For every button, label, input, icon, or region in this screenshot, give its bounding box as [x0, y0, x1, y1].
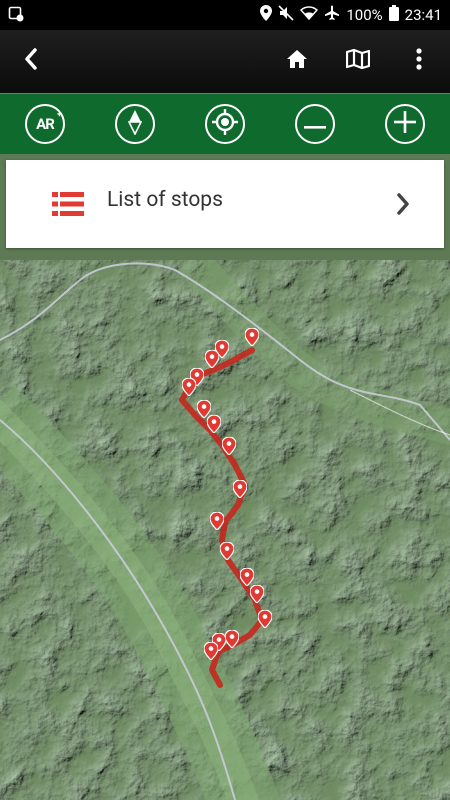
location-icon — [260, 5, 273, 25]
map-icon — [345, 48, 371, 73]
battery-icon — [388, 5, 399, 25]
ar-button[interactable]: AR + — [25, 104, 65, 144]
stop-marker-icon[interactable] — [222, 437, 236, 455]
mute-icon — [278, 5, 294, 25]
locate-icon — [210, 107, 240, 141]
app-toolbar — [0, 30, 450, 93]
map-button[interactable] — [341, 44, 375, 78]
ar-icon: AR + — [36, 110, 62, 133]
list-of-stops-card[interactable]: List of stops — [6, 160, 444, 248]
zoom-in-button[interactable] — [385, 104, 425, 144]
more-vert-icon — [416, 48, 422, 74]
map-view[interactable] — [0, 260, 450, 800]
ar-label: AR — [36, 115, 55, 133]
stop-marker-icon[interactable] — [245, 328, 259, 346]
status-bar: 100% 23:41 — [0, 0, 450, 30]
stop-marker-icon[interactable] — [250, 585, 264, 603]
locate-button[interactable] — [205, 104, 245, 144]
map-action-bar: AR + — [0, 93, 450, 154]
airplane-icon — [324, 5, 340, 25]
battery-percent: 100% — [346, 6, 383, 24]
zoom-in-icon — [394, 111, 416, 137]
more-options-button[interactable] — [402, 44, 436, 78]
clock: 23:41 — [404, 6, 442, 24]
home-icon — [287, 50, 307, 72]
list-of-stops-label: List of stops — [107, 188, 223, 212]
home-button[interactable] — [280, 44, 314, 78]
back-icon — [24, 48, 38, 74]
stop-marker-icon[interactable] — [204, 642, 218, 660]
stop-marker-icon[interactable] — [225, 630, 239, 648]
stop-marker-icon[interactable] — [207, 415, 221, 433]
wifi-icon — [300, 5, 319, 25]
compass-icon — [127, 109, 143, 139]
back-button[interactable] — [14, 44, 48, 78]
zoom-out-icon — [304, 115, 326, 134]
list-icon — [52, 192, 84, 220]
stop-marker-icon[interactable] — [240, 568, 254, 586]
stop-marker-icon[interactable] — [220, 542, 234, 560]
stop-marker-icon[interactable] — [205, 350, 219, 368]
stop-marker-icon[interactable] — [182, 378, 196, 396]
compass-button[interactable] — [115, 104, 155, 144]
chevron-right-icon — [396, 193, 410, 219]
zoom-out-button[interactable] — [295, 104, 335, 144]
stop-marker-icon[interactable] — [210, 512, 224, 530]
stop-marker-icon[interactable] — [233, 480, 247, 498]
stop-marker-icon[interactable] — [258, 610, 272, 628]
sync-status-icon — [8, 6, 24, 22]
